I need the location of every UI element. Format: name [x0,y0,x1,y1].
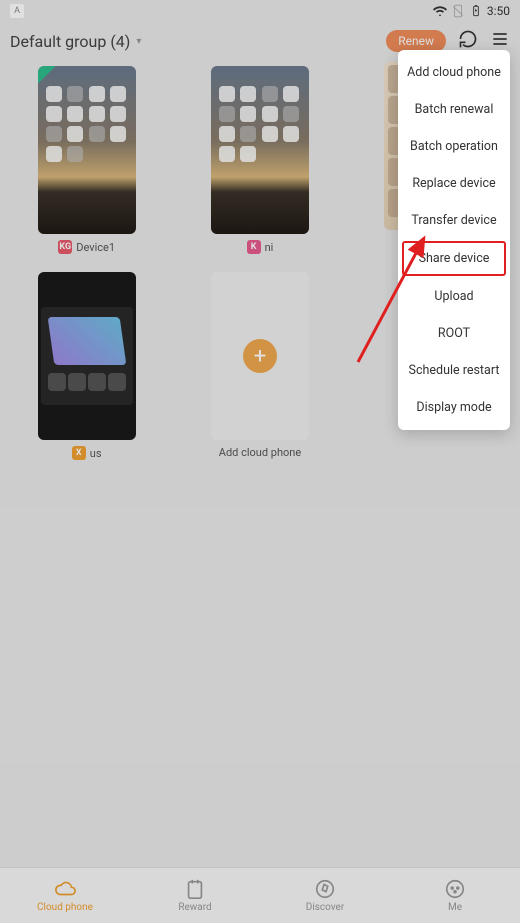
menu-item-replace-device[interactable]: Replace device [398,165,510,202]
wifi-icon [433,4,447,18]
active-badge-icon [38,66,56,84]
menu-item-display-mode[interactable]: Display mode [398,389,510,426]
device-card[interactable]: KG Device1 [20,66,153,254]
status-bar: A 3:50 [0,0,520,22]
nav-label: Discover [306,902,345,913]
app-indicator-icon: A [10,4,24,18]
menu-item-share-device[interactable]: Share device [402,241,506,276]
overflow-menu: Add cloud phone Batch renewal Batch oper… [398,50,510,430]
menu-item-batch-operation[interactable]: Batch operation [398,128,510,165]
menu-item-upload[interactable]: Upload [398,278,510,315]
nav-label: Reward [178,902,211,913]
device-card[interactable]: K ni [193,66,326,254]
group-title-label: Default group (4) [10,32,130,51]
me-icon [444,878,466,900]
menu-item-batch-renewal[interactable]: Batch renewal [398,91,510,128]
device-badge-icon: KG [58,240,72,254]
bottom-nav: Cloud phone Reward Discover Me [0,867,520,923]
nav-label: Cloud phone [37,902,93,913]
device-card[interactable]: X us [20,272,153,460]
device-badge-icon: X [72,446,86,460]
group-selector[interactable]: Default group (4) ▾ [10,32,141,51]
add-tile-label: Add cloud phone [219,446,301,459]
menu-item-schedule-restart[interactable]: Schedule restart [398,352,510,389]
device-name-label: us [90,447,102,460]
menu-item-transfer-device[interactable]: Transfer device [398,202,510,239]
device-thumbnail[interactable] [38,272,136,440]
renew-button[interactable]: Renew [386,30,446,52]
cloud-icon [54,878,76,900]
reward-icon [184,878,206,900]
add-thumbnail[interactable]: + [211,272,309,440]
chevron-down-icon: ▾ [136,36,141,47]
nav-reward[interactable]: Reward [130,868,260,923]
no-sim-icon [451,4,465,18]
add-cloud-phone-tile[interactable]: + Add cloud phone [193,272,326,460]
device-name-label: ni [265,241,274,254]
nav-me[interactable]: Me [390,868,520,923]
device-thumbnail[interactable] [38,66,136,234]
device-badge-icon: K [247,240,261,254]
discover-icon [314,878,336,900]
plus-icon: + [243,339,277,373]
status-time: 3:50 [487,4,510,18]
device-thumbnail[interactable] [211,66,309,234]
device-name-label: Device1 [76,241,115,254]
battery-charging-icon [469,4,483,18]
nav-label: Me [448,902,462,913]
menu-item-root[interactable]: ROOT [398,315,510,352]
nav-cloud-phone[interactable]: Cloud phone [0,868,130,923]
nav-discover[interactable]: Discover [260,868,390,923]
menu-item-add-cloud-phone[interactable]: Add cloud phone [398,54,510,91]
